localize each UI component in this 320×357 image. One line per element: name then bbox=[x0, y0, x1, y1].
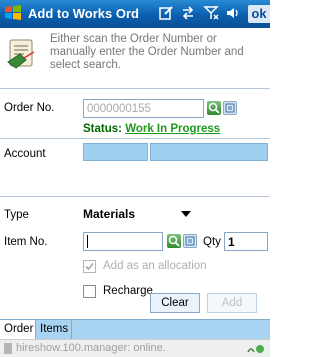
status-label: Status: bbox=[83, 123, 122, 135]
window-title: Add to Works Ord bbox=[28, 6, 139, 21]
connection-status-text: hireshow.100.manager: online. bbox=[16, 342, 166, 354]
add-button[interactable]: Add bbox=[207, 293, 257, 313]
title-bar: Add to Works Ord ok bbox=[0, 0, 270, 28]
divider bbox=[0, 88, 270, 89]
divider bbox=[0, 196, 270, 197]
type-dropdown[interactable]: Materials bbox=[83, 206, 195, 224]
recharge-label: Recharge bbox=[103, 285, 153, 297]
qty-label: Qty bbox=[203, 236, 221, 248]
clear-button[interactable]: Clear bbox=[150, 293, 200, 313]
edit-icon[interactable] bbox=[158, 5, 174, 21]
ok-button[interactable]: ok bbox=[248, 5, 270, 23]
instructions-panel: Either scan the Order Number or manually… bbox=[0, 28, 270, 88]
volume-icon[interactable] bbox=[225, 5, 241, 21]
tab-items[interactable]: Items bbox=[36, 320, 72, 339]
item-number-label: Item No. bbox=[4, 236, 48, 248]
signal-icon[interactable] bbox=[203, 5, 219, 21]
account-name-field[interactable] bbox=[150, 143, 268, 161]
tab-order[interactable]: Order bbox=[0, 320, 36, 339]
qty-input[interactable]: 1 bbox=[224, 232, 268, 251]
instructions-text: Either scan the Order Number or manually… bbox=[50, 33, 244, 71]
lookup-order-icon[interactable] bbox=[223, 101, 237, 115]
tab-bar: Order Items bbox=[0, 319, 270, 340]
lookup-item-icon[interactable] bbox=[183, 234, 197, 248]
grip-icon bbox=[4, 343, 12, 354]
chevron-down-icon bbox=[181, 211, 191, 217]
status-value-link[interactable]: Work In Progress bbox=[125, 123, 220, 135]
account-label: Account bbox=[4, 148, 46, 160]
type-label: Type bbox=[4, 209, 29, 221]
account-code-field[interactable] bbox=[83, 143, 148, 161]
search-item-icon[interactable] bbox=[167, 234, 181, 248]
connectivity-icon[interactable] bbox=[180, 5, 196, 21]
allocation-label: Add as an allocation bbox=[103, 260, 207, 272]
item-number-input[interactable] bbox=[83, 232, 163, 251]
recharge-checkbox[interactable] bbox=[83, 285, 96, 298]
network-icon[interactable] bbox=[246, 342, 266, 357]
text-cursor bbox=[87, 235, 88, 248]
order-number-input[interactable]: 0000000155 bbox=[83, 99, 204, 118]
divider bbox=[0, 138, 270, 139]
scanner-icon bbox=[6, 36, 40, 70]
order-status: Status: Work In Progress bbox=[83, 123, 220, 135]
order-number-label: Order No. bbox=[4, 102, 55, 114]
type-selected-value: Materials bbox=[83, 207, 136, 221]
status-bar: hireshow.100.manager: online. bbox=[0, 339, 270, 357]
search-order-icon[interactable] bbox=[207, 101, 221, 115]
allocation-checkbox[interactable] bbox=[83, 260, 96, 273]
windows-start-icon[interactable] bbox=[3, 3, 23, 23]
